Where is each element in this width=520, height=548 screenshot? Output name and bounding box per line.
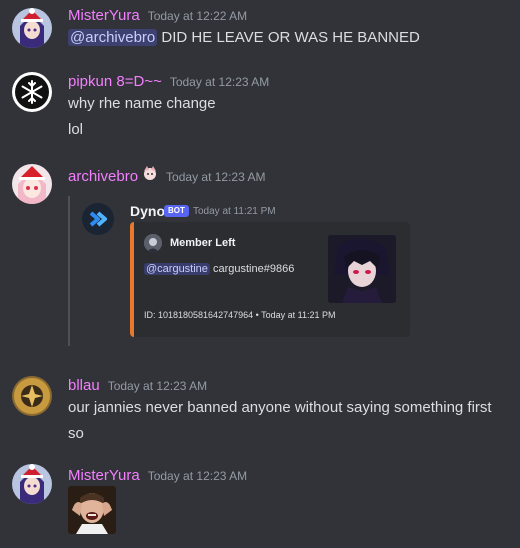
avatar[interactable] bbox=[12, 164, 52, 204]
embed-footer: ID: 1018180581642747964 • Today at 11:21… bbox=[144, 310, 336, 320]
dyno-bot-avatar[interactable] bbox=[82, 203, 114, 235]
message: MisterYura Today at 12:22 AM @archivebro… bbox=[0, 0, 520, 60]
user-mention[interactable]: @archivebro bbox=[68, 29, 158, 46]
avatar[interactable] bbox=[12, 464, 52, 504]
message-text: DID HE LEAVE OR WAS HE BANNED bbox=[157, 29, 420, 46]
user-mention[interactable]: @cargustine bbox=[144, 263, 210, 275]
timestamp: Today at 11:21 PM bbox=[193, 206, 276, 217]
avatar[interactable] bbox=[12, 8, 52, 48]
chat-message-list: MisterYura Today at 12:22 AM @archivebro… bbox=[0, 0, 520, 548]
message: pipkun 8=D~~ Today at 12:23 AM why rhe n… bbox=[0, 60, 520, 146]
timestamp: Today at 12:23 AM bbox=[166, 170, 266, 184]
username[interactable]: pipkun 8=D~~ bbox=[68, 73, 162, 90]
bot-username[interactable]: Dyno bbox=[130, 203, 165, 219]
timestamp: Today at 12:23 AM bbox=[147, 469, 248, 483]
username[interactable]: MisterYura bbox=[68, 467, 140, 484]
embed-title: Member Left bbox=[170, 237, 236, 249]
username[interactable]: archivebro bbox=[68, 168, 138, 185]
timestamp: Today at 12:23 AM bbox=[169, 75, 270, 89]
embed-author-icon bbox=[144, 234, 162, 252]
message-text: our jannies never banned anyone without … bbox=[68, 399, 492, 416]
message: bllau Today at 12:23 AM our jannies neve… bbox=[0, 366, 520, 456]
username[interactable]: bllau bbox=[68, 377, 100, 394]
embed-description: @cargustine cargustine#9866 bbox=[144, 263, 294, 275]
embed-thumbnail[interactable] bbox=[328, 235, 396, 303]
message-text: so bbox=[68, 425, 84, 442]
message-content: @archivebro DID HE LEAVE OR WAS HE BANNE… bbox=[68, 29, 420, 46]
avatar[interactable] bbox=[12, 376, 52, 416]
timestamp: Today at 12:22 AM bbox=[147, 9, 248, 23]
laughing-man-image[interactable] bbox=[68, 486, 116, 534]
timestamp: Today at 12:23 AM bbox=[107, 379, 208, 393]
anime-girl-emoji-icon bbox=[142, 165, 158, 184]
message-text: lol bbox=[68, 121, 84, 138]
member-left-embed: Member Left @cargustine cargustine#9866 … bbox=[130, 222, 410, 337]
message-text: why rhe name change bbox=[68, 95, 216, 112]
reply-thread-bar bbox=[68, 196, 70, 346]
embed-description-text: cargustine#9866 bbox=[209, 263, 295, 275]
avatar[interactable] bbox=[12, 72, 52, 112]
bot-badge: BOT bbox=[164, 205, 189, 217]
username[interactable]: MisterYura bbox=[68, 7, 140, 24]
